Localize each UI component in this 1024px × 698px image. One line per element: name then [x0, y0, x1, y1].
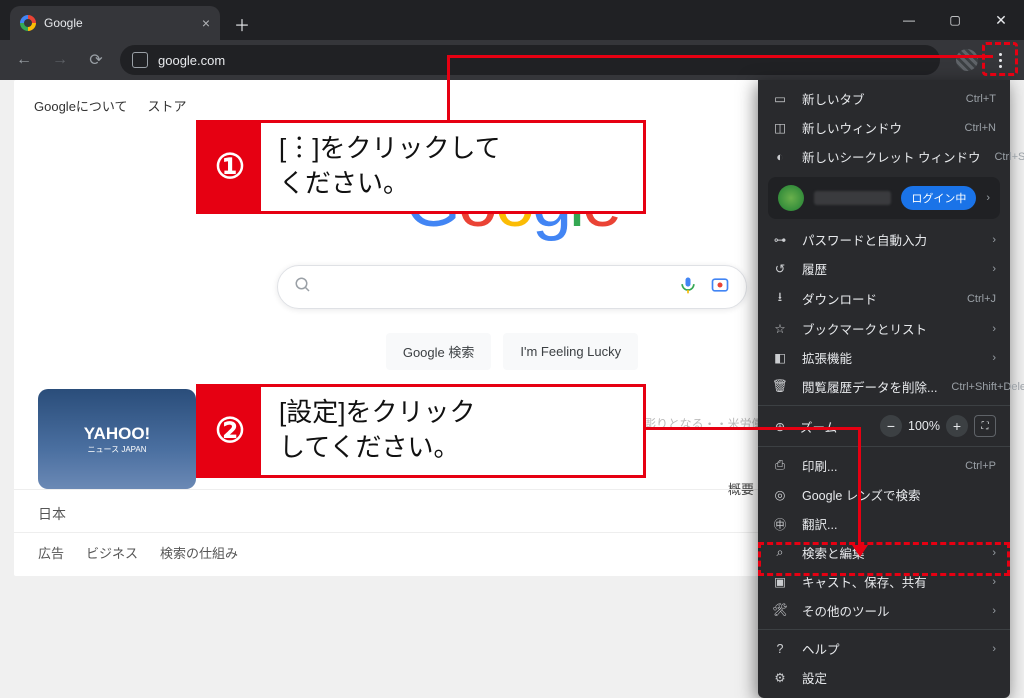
chevron-right-icon: ›: [992, 323, 996, 335]
search-icon: [294, 276, 312, 299]
browser-toolbar: ← → ⟳ google.com: [0, 40, 1024, 80]
menu-find[interactable]: ⌕ 検索と編集 ›: [758, 538, 1010, 567]
zoom-out-button[interactable]: −: [880, 415, 902, 437]
annotation-line: [644, 427, 860, 430]
google-favicon-icon: [20, 15, 36, 31]
news-thumbnail: YAHOO! ニュース JAPAN: [38, 389, 196, 489]
address-bar[interactable]: google.com: [120, 45, 940, 75]
callout-number: ①: [199, 123, 261, 211]
close-tab-icon[interactable]: ×: [202, 15, 210, 31]
callout-number: ②: [199, 387, 261, 475]
google-search-box[interactable]: [277, 265, 747, 309]
menu-translate[interactable]: ㊥ 翻訳...: [758, 509, 1010, 538]
tab-title: Google: [44, 16, 83, 30]
site-info-icon[interactable]: [132, 52, 148, 68]
tools-icon: 🛠: [772, 603, 788, 618]
minimize-button[interactable]: —: [886, 0, 932, 40]
footer-business-link[interactable]: ビジネス: [86, 543, 138, 562]
menu-incognito[interactable]: ◐ 新しいシークレット ウィンドウ Ctrl+Shift+N: [758, 142, 1010, 171]
zoom-value: 100%: [908, 419, 940, 433]
mic-icon[interactable]: [678, 275, 698, 300]
help-icon: ?: [772, 642, 788, 656]
chevron-right-icon: ›: [992, 263, 996, 275]
chevron-right-icon: ›: [992, 643, 996, 655]
lens-icon: ◎: [772, 487, 788, 502]
chevron-right-icon: ›: [986, 192, 990, 204]
footer-how-link[interactable]: 検索の仕組み: [160, 543, 238, 562]
extensions-icon: ◧: [772, 350, 788, 365]
gear-icon: ⚙: [772, 670, 788, 685]
menu-settings[interactable]: ⚙ 設定: [758, 663, 1010, 692]
new-window-icon: ◫: [772, 120, 788, 135]
cast-icon: ▣: [772, 574, 788, 589]
callout-2: ② [設定]をクリック してください。: [196, 384, 646, 478]
about-link[interactable]: Googleについて: [34, 96, 128, 115]
login-status-badge: ログイン中: [901, 186, 976, 210]
translate-icon: ㊥: [772, 514, 788, 533]
footer-ads-link[interactable]: 広告: [38, 543, 64, 562]
menu-cast[interactable]: ▣ キャスト、保存、共有 ›: [758, 567, 1010, 596]
menu-new-tab[interactable]: ▭ 新しいタブ Ctrl+T: [758, 84, 1010, 113]
annotation-line: [447, 55, 450, 123]
close-window-button[interactable]: ✕: [978, 0, 1024, 40]
incognito-icon: ◐: [772, 150, 788, 164]
kebab-menu-button[interactable]: [984, 44, 1016, 76]
menu-new-window[interactable]: ◫ 新しいウィンドウ Ctrl+N: [758, 113, 1010, 142]
download-icon: ⭳: [772, 288, 788, 309]
chevron-right-icon: ›: [992, 605, 996, 617]
menu-passwords[interactable]: ⊶ パスワードと自動入力 ›: [758, 225, 1010, 254]
menu-bookmarks[interactable]: ☆ ブックマークとリスト ›: [758, 314, 1010, 343]
menu-downloads[interactable]: ⭳ ダウンロード Ctrl+J: [758, 283, 1010, 314]
profile-avatar-icon: [778, 185, 804, 211]
new-tab-button[interactable]: ＋: [228, 10, 256, 38]
trash-icon: 🗑: [772, 379, 788, 394]
chevron-right-icon: ›: [992, 576, 996, 588]
menu-history[interactable]: ↺ 履歴 ›: [758, 254, 1010, 283]
annotation-arrow-icon: [852, 545, 868, 557]
chevron-right-icon: ›: [992, 547, 996, 559]
menu-extensions[interactable]: ◧ 拡張機能 ›: [758, 343, 1010, 372]
store-link[interactable]: ストア: [148, 96, 187, 115]
find-icon: ⌕: [772, 545, 788, 560]
menu-profile-row[interactable]: ログイン中 ›: [768, 177, 1000, 219]
lens-icon[interactable]: [710, 275, 730, 300]
callout-text: [︙]をクリックして ください。: [261, 123, 519, 211]
url-text: google.com: [158, 53, 225, 68]
annotation-line: [447, 55, 993, 58]
print-icon: ⎙: [772, 458, 788, 473]
zoom-icon: ⊕: [772, 419, 788, 434]
menu-lens[interactable]: ◎ Google レンズで検索: [758, 480, 1010, 509]
browser-tab[interactable]: Google ×: [10, 6, 220, 40]
chevron-right-icon: ›: [992, 234, 996, 246]
menu-print[interactable]: ⎙ 印刷... Ctrl+P: [758, 451, 1010, 480]
history-icon: ↺: [772, 261, 788, 276]
maximize-button[interactable]: ▢: [932, 0, 978, 40]
profile-avatar-icon[interactable]: [956, 49, 978, 71]
window-titlebar: Google × ＋ — ▢ ✕: [0, 0, 1024, 40]
callout-1: ① [︙]をクリックして ください。: [196, 120, 646, 214]
menu-more-tools[interactable]: 🛠 その他のツール ›: [758, 596, 1010, 625]
forward-button[interactable]: →: [44, 44, 76, 76]
callout-text: [設定]をクリック してください。: [261, 387, 493, 475]
star-icon: ☆: [772, 321, 788, 336]
menu-zoom: ⊕ ズーム − 100% + ⛶: [758, 410, 1010, 442]
menu-help[interactable]: ? ヘルプ ›: [758, 634, 1010, 663]
fullscreen-button[interactable]: ⛶: [974, 415, 996, 437]
profile-name-blurred: [814, 191, 891, 205]
annotation-line: [858, 427, 861, 551]
chevron-right-icon: ›: [992, 352, 996, 364]
new-tab-icon: ▭: [772, 91, 788, 106]
window-controls: — ▢ ✕: [886, 0, 1024, 40]
menu-clear-data[interactable]: 🗑 閲覧履歴データを削除... Ctrl+Shift+Delete: [758, 372, 1010, 401]
chrome-main-menu: ▭ 新しいタブ Ctrl+T ◫ 新しいウィンドウ Ctrl+N ◐ 新しいシー…: [758, 80, 1010, 698]
back-button[interactable]: ←: [8, 44, 40, 76]
reload-button[interactable]: ⟳: [80, 44, 112, 76]
zoom-in-button[interactable]: +: [946, 415, 968, 437]
key-icon: ⊶: [772, 232, 788, 247]
